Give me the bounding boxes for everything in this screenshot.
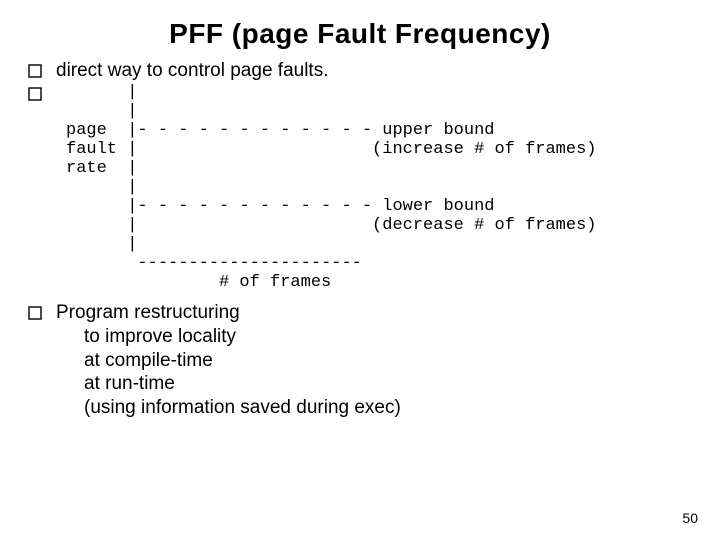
ascii-diagram: | | page |- - - - - - - - - - - - upper …	[66, 83, 597, 292]
bullet-row-1: direct way to control page faults.	[28, 60, 692, 83]
bullet-row-diagram: | | page |- - - - - - - - - - - - upper …	[28, 83, 692, 296]
square-bullet-icon	[28, 87, 48, 101]
slide-title: PFF (page Fault Frequency)	[0, 0, 720, 60]
sub-line-4: (using information saved during exec)	[84, 396, 692, 420]
slide: PFF (page Fault Frequency) direct way to…	[0, 0, 720, 540]
sub-line-3: at run-time	[84, 372, 692, 396]
square-bullet-icon	[28, 306, 48, 320]
sub-line-2: at compile-time	[84, 349, 692, 373]
content-area: direct way to control page faults. | | p…	[0, 60, 720, 420]
page-number: 50	[682, 510, 698, 526]
bullet-row-2: Program restructuring	[28, 302, 692, 325]
bullet-1-text: direct way to control page faults.	[56, 60, 328, 83]
square-bullet-icon	[28, 64, 48, 78]
bullet-2-text: Program restructuring	[56, 302, 240, 325]
sub-line-1: to improve locality	[84, 325, 692, 349]
